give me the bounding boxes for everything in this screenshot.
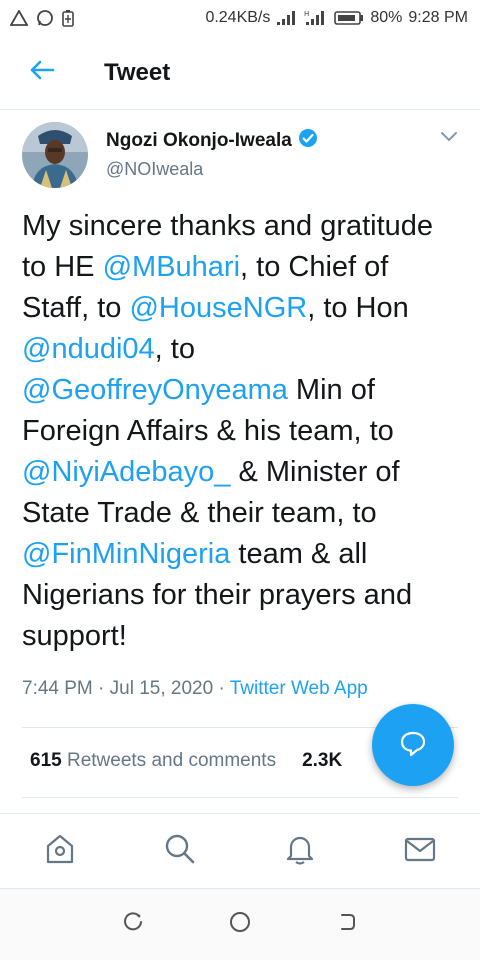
- mention-link[interactable]: @ndudi04: [22, 333, 155, 365]
- tweet-time: 7:44 PM: [22, 678, 93, 699]
- mention-link[interactable]: @HouseNGR: [129, 292, 307, 324]
- divider: [22, 797, 458, 798]
- chevron-down-icon: [440, 130, 458, 147]
- tweet-text-segment: , to Hon: [307, 292, 409, 324]
- retweets-label: Retweets and comments: [66, 750, 277, 771]
- home-icon: [43, 832, 77, 871]
- status-left: [10, 9, 74, 27]
- meta-separator: ·: [98, 678, 105, 699]
- envelope-icon: [403, 832, 437, 871]
- status-right: 0.24KB/s H 80% 9:28 PM: [205, 9, 468, 27]
- recent-apps-button[interactable]: [113, 905, 153, 945]
- bell-icon: [283, 832, 317, 871]
- tweet-text-segment: , to: [154, 333, 195, 365]
- back-system-button[interactable]: [327, 905, 367, 945]
- home-circle-icon: [228, 910, 252, 939]
- tweet-author: Ngozi Okonjo-Iweala @NOIweala: [22, 122, 462, 192]
- tweet-options-button[interactable]: [440, 130, 458, 148]
- tweet-stats: 615 Retweets and comments 2.3K: [30, 750, 342, 772]
- system-nav-bar: [0, 889, 480, 960]
- author-name-row: Ngozi Okonjo-Iweala: [106, 128, 318, 153]
- page-title: Tweet: [104, 58, 171, 86]
- home-system-button[interactable]: [220, 905, 260, 945]
- likes-count: 2.3K: [302, 750, 343, 771]
- compose-reply-button[interactable]: [372, 704, 454, 786]
- author-info: Ngozi Okonjo-Iweala @NOIweala: [106, 128, 318, 192]
- avatar[interactable]: [22, 122, 88, 188]
- tweet-text: My sincere thanks and gratitude to HE @M…: [22, 206, 462, 657]
- status-bar: 0.24KB/s H 80% 9:28 PM: [0, 0, 480, 36]
- signal-h-icon: H: [304, 9, 328, 27]
- author-handle[interactable]: @NOIweala: [106, 159, 318, 180]
- mention-link[interactable]: @MBuhari: [103, 251, 240, 283]
- battery-icon: [334, 10, 364, 26]
- arrow-left-icon: [29, 59, 55, 86]
- back-button[interactable]: [10, 36, 74, 110]
- recent-apps-icon: [122, 911, 144, 938]
- mention-link[interactable]: @GeoffreyOnyeama: [22, 374, 288, 406]
- battery-percent: 80%: [370, 9, 403, 26]
- app-header: Tweet: [0, 36, 480, 110]
- search-icon: [163, 832, 197, 871]
- comment-icon: [398, 728, 428, 763]
- signal-icon: [276, 10, 298, 26]
- tweet-source-link[interactable]: Twitter Web App: [230, 678, 368, 699]
- svg-text:H: H: [304, 10, 309, 18]
- likes-stat[interactable]: 2.3K: [302, 750, 342, 772]
- tweet-date: Jul 15, 2020: [109, 678, 214, 699]
- meta-separator: ·: [218, 678, 225, 699]
- retweets-stat[interactable]: 615 Retweets and comments: [30, 750, 276, 772]
- retweets-count: 615: [30, 750, 62, 771]
- author-name[interactable]: Ngozi Okonjo-Iweala: [106, 130, 292, 152]
- tweet-meta: 7:44 PM · Jul 15, 2020 · Twitter Web App: [22, 678, 368, 700]
- nav-search[interactable]: [150, 821, 210, 881]
- mention-link[interactable]: @FinMinNigeria: [22, 538, 230, 570]
- bottom-nav: [0, 813, 480, 889]
- verified-badge-icon: [298, 128, 318, 153]
- battery-saver-icon: [62, 9, 74, 27]
- nav-home[interactable]: [30, 821, 90, 881]
- mention-link[interactable]: @NiyiAdebayo_: [22, 456, 230, 488]
- nav-messages[interactable]: [390, 821, 450, 881]
- warning-icon: [10, 10, 28, 26]
- network-speed: 0.24KB/s: [205, 9, 271, 26]
- whatsapp-icon: [36, 9, 54, 27]
- nav-notifications[interactable]: [270, 821, 330, 881]
- back-system-icon: [336, 911, 358, 938]
- clock: 9:28 PM: [408, 9, 468, 26]
